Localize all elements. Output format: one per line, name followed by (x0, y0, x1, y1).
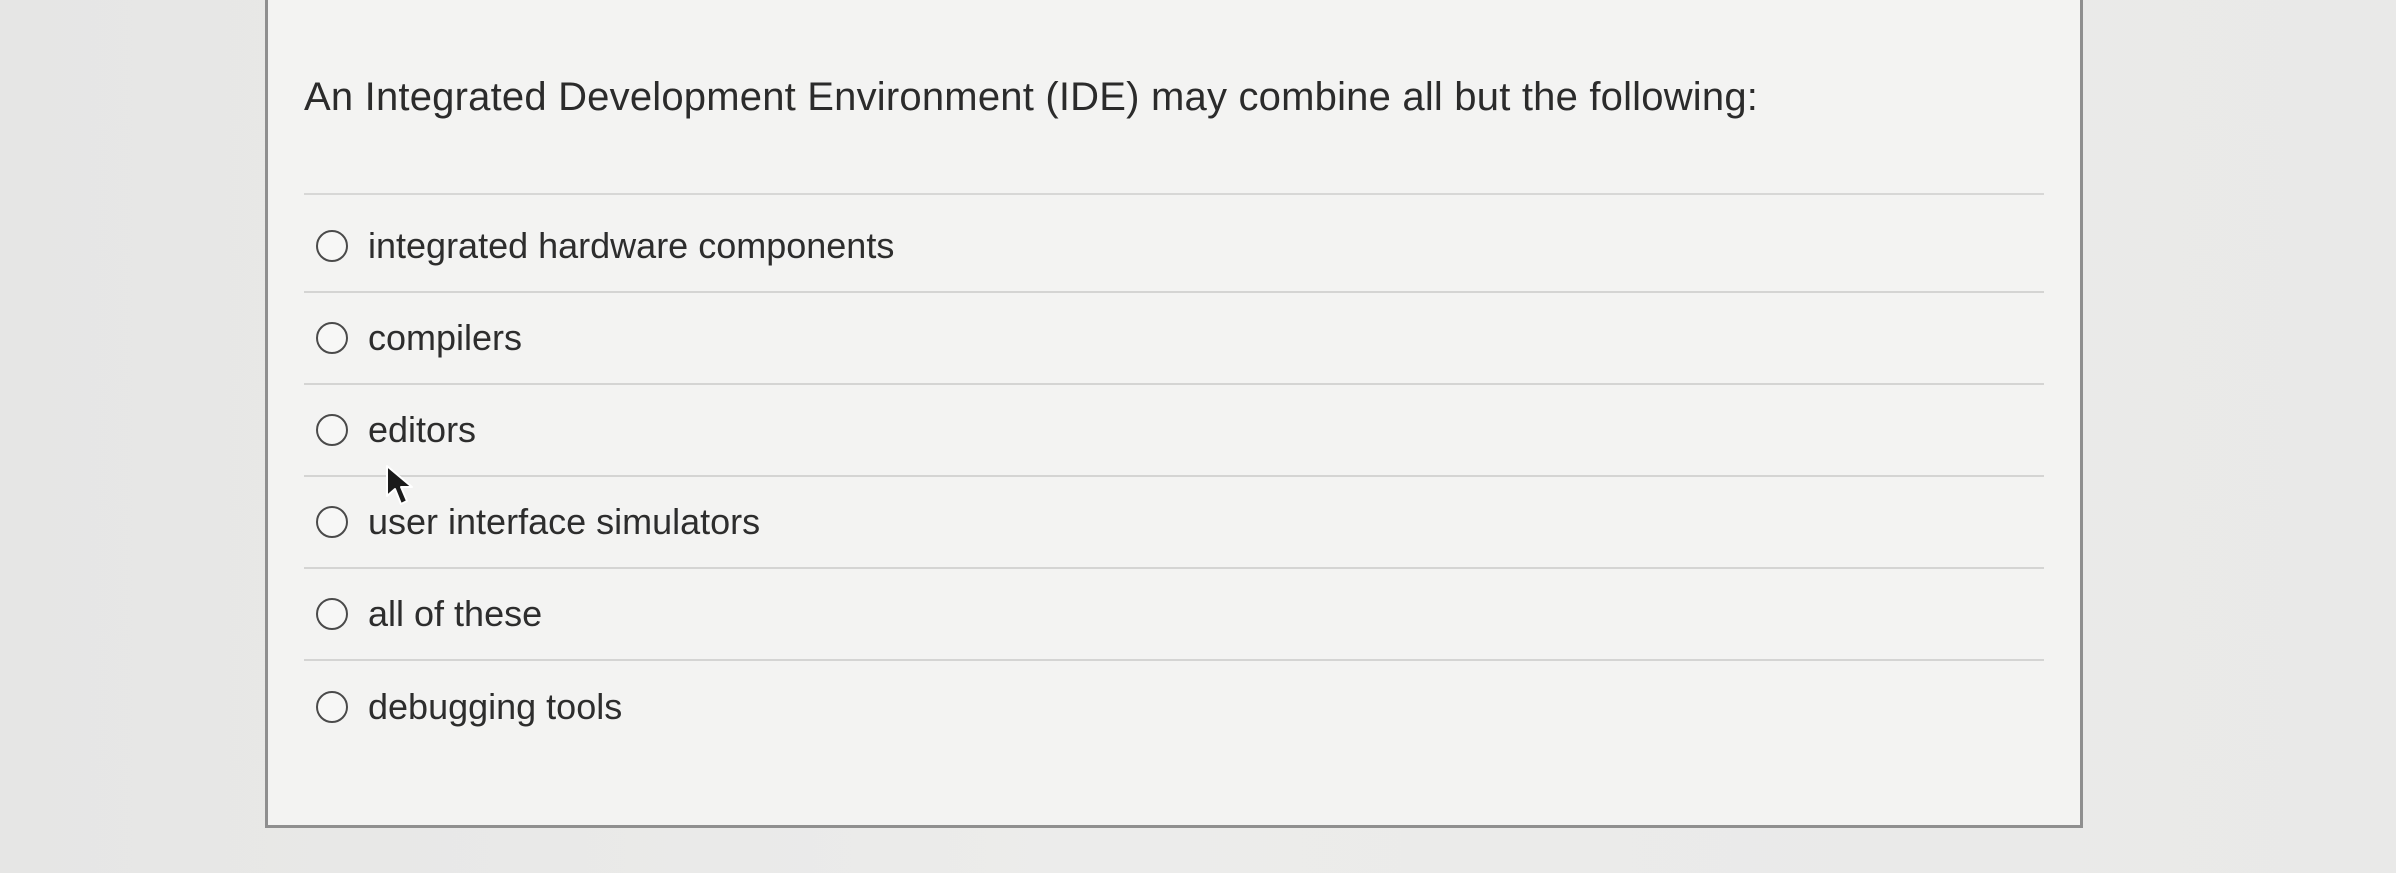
answer-option-user-interface-simulators[interactable]: user interface simulators (304, 477, 2044, 569)
mouse-pointer-icon (386, 465, 413, 505)
radio-button-icon[interactable] (316, 414, 348, 446)
answer-option-debugging-tools[interactable]: debugging tools (304, 661, 2044, 753)
question-card: An Integrated Development Environment (I… (265, 0, 2083, 828)
answer-option-compilers[interactable]: compilers (304, 293, 2044, 385)
answer-list: integrated hardware components compilers… (304, 201, 2044, 753)
answer-option-integrated-hardware-components[interactable]: integrated hardware components (304, 201, 2044, 293)
answer-label[interactable]: editors (368, 409, 476, 451)
question-divider (304, 193, 2044, 195)
answer-label[interactable]: debugging tools (368, 686, 622, 728)
question-text: An Integrated Development Environment (I… (304, 75, 1759, 119)
radio-button-icon[interactable] (316, 598, 348, 630)
answer-label[interactable]: all of these (368, 593, 542, 635)
radio-button-icon[interactable] (316, 230, 348, 262)
answer-label[interactable]: integrated hardware components (368, 225, 894, 267)
radio-button-icon[interactable] (316, 506, 348, 538)
radio-button-icon[interactable] (316, 691, 348, 723)
answer-label[interactable]: compilers (368, 317, 522, 359)
radio-button-icon[interactable] (316, 322, 348, 354)
answer-option-all-of-these[interactable]: all of these (304, 569, 2044, 661)
answer-label[interactable]: user interface simulators (368, 501, 760, 543)
answer-option-editors[interactable]: editors (304, 385, 2044, 477)
